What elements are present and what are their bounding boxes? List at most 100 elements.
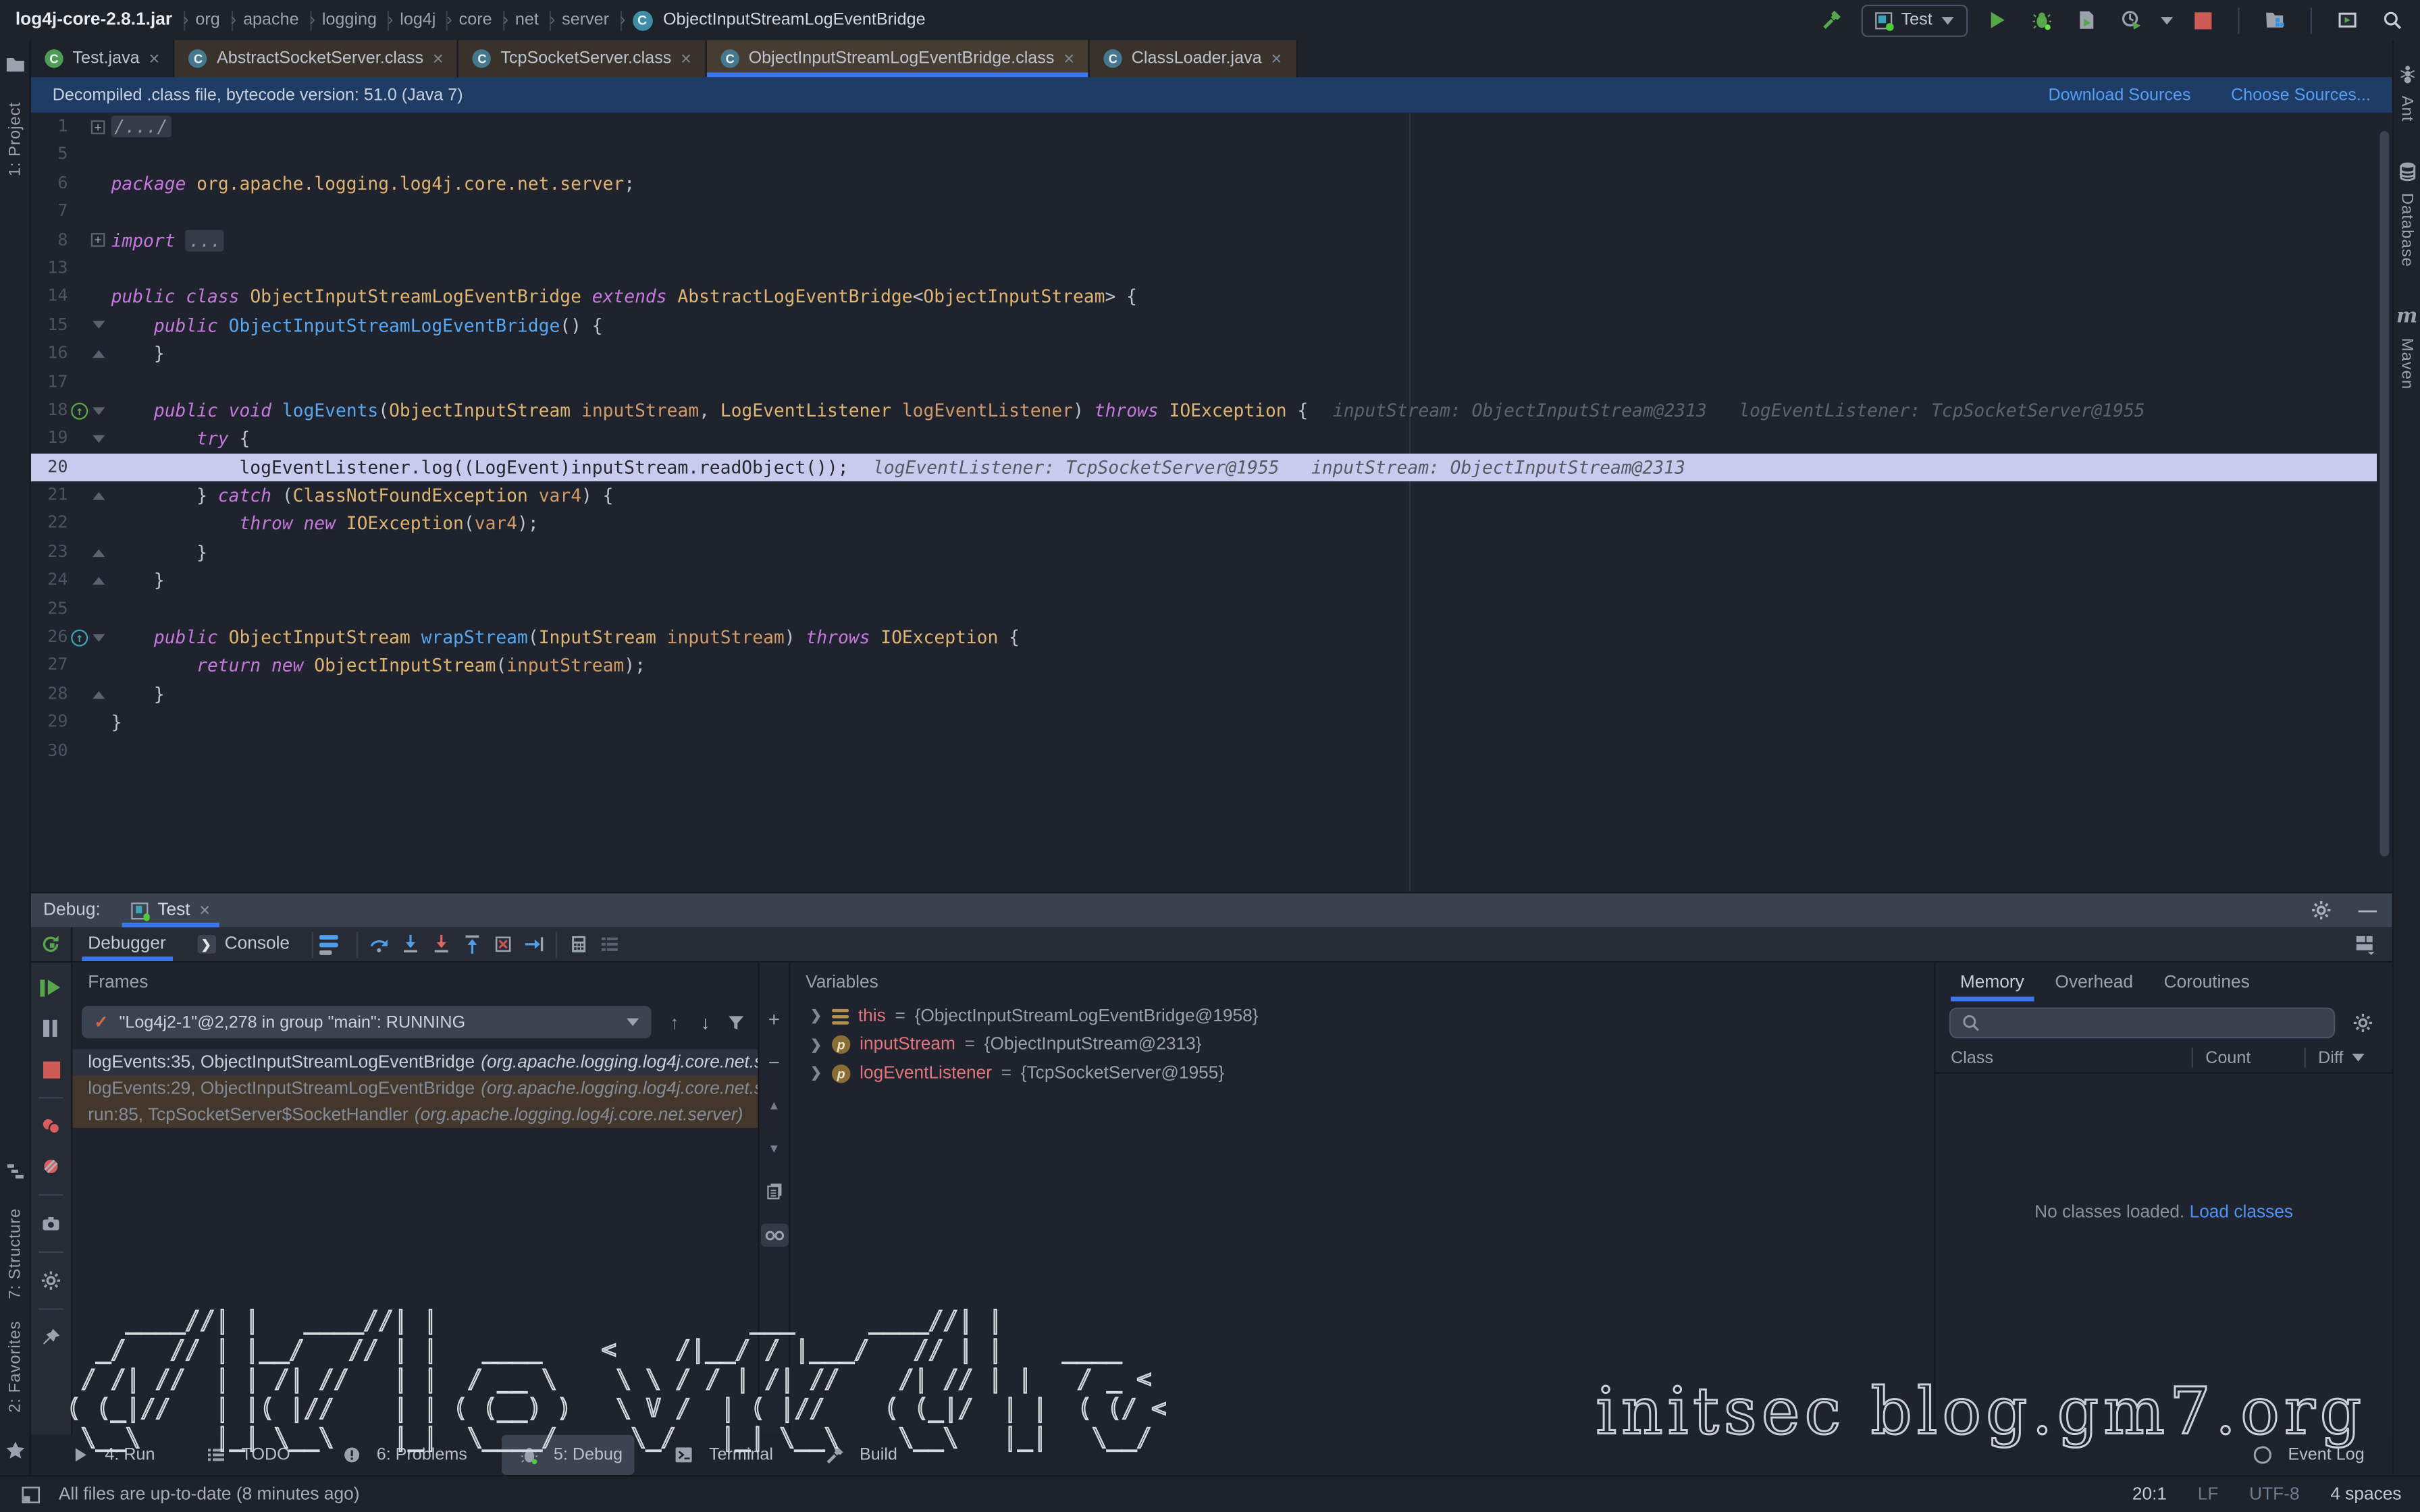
variable-row[interactable]: ❯pinputStream = {ObjectInputStream@2313} [790,1031,1934,1058]
line-number[interactable]: 24 [31,566,68,595]
line-number[interactable]: 7 [31,198,68,226]
text-view-icon[interactable] [594,929,625,960]
tab-ClassLoader.java[interactable]: CClassLoader.java× [1090,40,1297,77]
tool-window-button-TODO[interactable]: TODO [189,1435,302,1475]
memory-tab-Overhead[interactable]: Overhead [2040,963,2149,1001]
arrow-down-button[interactable]: ↓ [693,1011,718,1033]
add-icon[interactable]: + [758,1003,789,1034]
column-header-class[interactable]: Class [1951,1048,2192,1066]
glasses-icon[interactable] [758,1219,789,1250]
breadcrumb-item[interactable]: log4j [400,11,436,29]
coverage-icon[interactable] [2071,5,2102,36]
arrow-up-button[interactable]: ↑ [662,1011,687,1033]
variable-row[interactable]: ❯this = {ObjectInputStreamLogEventBridge… [790,1003,1934,1030]
column-header-diff[interactable]: Diff [2306,1048,2392,1066]
stop-icon[interactable] [2187,5,2218,36]
tool-window-button-Database[interactable]: Database [2392,156,2420,267]
load-classes-link[interactable]: Load classes [2190,1204,2293,1222]
fold-end-icon[interactable] [93,691,105,698]
minimize-icon[interactable]: — [2359,896,2377,924]
close-icon[interactable]: × [149,49,159,68]
line-number[interactable]: 15 [31,311,68,340]
column-header-count[interactable]: Count [2193,1048,2305,1066]
line-number[interactable]: 21 [31,481,68,510]
layout-icon[interactable] [18,1482,43,1507]
stack-frame[interactable]: logEvents:35, ObjectInputStreamLogEventB… [72,1049,758,1075]
chevron-right-icon[interactable]: ❯ [810,1036,822,1053]
override-method-icon[interactable]: ↑ [71,629,88,646]
tri-down-icon[interactable]: ▼ [758,1133,789,1164]
line-number[interactable]: 8 [31,226,68,254]
line-number[interactable]: 29 [31,709,68,737]
event-log-button[interactable]: Event Log [2236,1435,2377,1475]
close-icon[interactable]: × [199,900,210,921]
line-number[interactable]: 14 [31,283,68,311]
tool-window-button-2: Favorites[interactable]: 2: Favorites [0,1321,33,1465]
status-item[interactable]: 20:1 [2132,1485,2167,1503]
editor-scrollbar-thumb[interactable] [2380,131,2390,856]
line-number[interactable]: 17 [31,368,68,396]
breadcrumb-item[interactable]: log4j-core-2.8.1.jar [16,11,172,29]
run-to-cursor-icon[interactable] [518,929,549,960]
line-number[interactable]: 30 [31,737,68,765]
project-structure-icon[interactable] [2259,5,2290,36]
variable-row[interactable]: ❯plogEventListener = {TcpSocketServer@19… [790,1060,1934,1087]
chevron-down-icon[interactable] [2161,16,2173,24]
choose-sources-link[interactable]: Choose Sources... [2231,86,2371,104]
fold-end-icon[interactable] [93,549,105,556]
debugger-tab-Console[interactable]: ❯Console [182,927,305,961]
tool-window-button-Maven[interactable]: mMaven [2392,301,2420,389]
thread-selector[interactable]: ✓ "Log4j2-1"@2,278 in group "main": RUNN… [82,1006,651,1038]
tri-up-icon[interactable]: ▲ [758,1089,789,1120]
layout-restore-icon[interactable] [2349,929,2380,960]
line-number[interactable]: 20 [31,453,68,481]
stack-frame[interactable]: logEvents:29, ObjectInputStreamLogEventB… [72,1075,758,1102]
download-sources-link[interactable]: Download Sources [2048,86,2190,104]
close-icon[interactable]: × [1271,49,1282,68]
run-icon[interactable] [1982,5,2013,36]
stop-red-icon[interactable] [36,1054,67,1085]
breadcrumb-item[interactable]: apache [243,11,298,29]
remove-icon[interactable]: − [758,1046,789,1077]
fold-open-icon[interactable] [93,634,105,641]
line-number[interactable]: 26 [31,623,68,651]
debug-session-tab[interactable]: Test × [122,893,219,927]
line-number[interactable]: 22 [31,510,68,538]
tool-window-button-Build[interactable]: Build [807,1435,910,1475]
camera-icon[interactable] [36,1208,67,1239]
tab-Test.java[interactable]: CTest.java× [31,40,176,77]
debug-bug-icon[interactable] [2026,5,2057,36]
breadcrumb-item[interactable]: org [195,11,219,29]
override-method-icon[interactable]: ↑ [71,402,88,419]
run-config-selector[interactable]: Test [1861,4,1968,36]
search-icon[interactable] [2377,5,2408,36]
drop-frame-icon[interactable] [488,929,519,960]
copy-stack-icon[interactable] [758,1176,789,1207]
tool-window-button-6: Problems[interactable]: 6: Problems [324,1435,479,1475]
fold-expand-icon[interactable]: + [91,120,105,134]
force-step-into-icon[interactable] [425,929,456,960]
tab-TcpSocketServer.class[interactable]: CTcpSocketServer.class× [459,40,707,77]
fold-end-icon[interactable] [93,577,105,585]
resume-icon[interactable] [36,973,67,1004]
fold-end-icon[interactable] [93,350,105,357]
line-number[interactable]: 19 [31,425,68,453]
line-number[interactable]: 18 [31,396,68,425]
fold-end-icon[interactable] [93,492,105,500]
line-number[interactable]: 16 [31,340,68,368]
close-icon[interactable]: × [433,49,444,68]
run-window-icon[interactable] [2332,5,2363,36]
line-number[interactable]: 27 [31,652,68,680]
memory-tab-Coroutines[interactable]: Coroutines [2149,963,2265,1001]
tab-ObjectInputStreamLogEventBridge.class[interactable]: CObjectInputStreamLogEventBridge.class× [707,40,1090,77]
status-item[interactable]: UTF-8 [2249,1485,2300,1503]
fold-expand-icon[interactable]: + [91,234,105,248]
line-number[interactable]: 6 [31,169,68,198]
chevron-right-icon[interactable]: ❯ [810,1008,822,1025]
fold-open-icon[interactable] [93,321,105,329]
line-number[interactable]: 25 [31,595,68,623]
tool-window-button-Ant[interactable]: Ant [2392,59,2420,122]
breadcrumb-item[interactable]: net [515,11,539,29]
memory-tab-Memory[interactable]: Memory [1945,963,2040,1001]
chevron-right-icon[interactable]: ❯ [810,1065,822,1082]
